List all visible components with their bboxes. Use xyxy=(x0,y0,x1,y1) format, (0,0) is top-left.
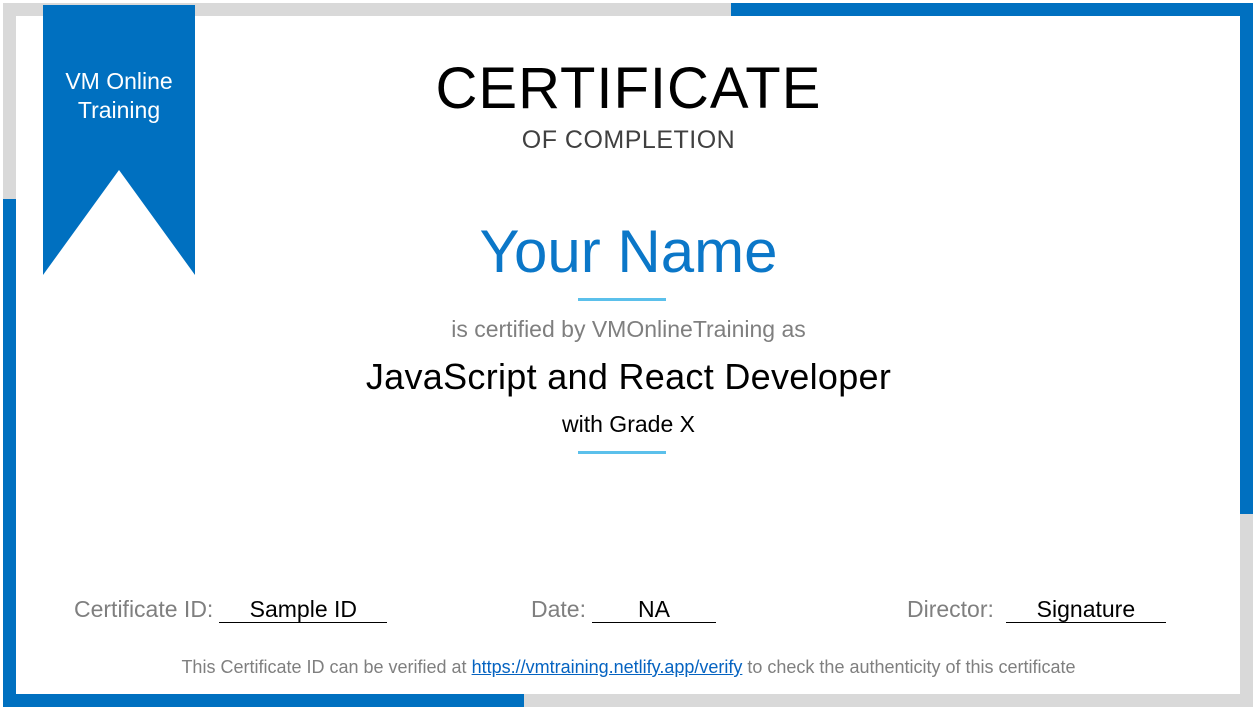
certificate-id-label: Certificate ID: xyxy=(74,596,214,622)
certificate-id-value: Sample ID xyxy=(219,596,388,623)
certified-by-text: is certified by VMOnlineTraining as xyxy=(451,316,806,342)
verification-note: This Certificate ID can be verified at h… xyxy=(0,655,1257,679)
director-signature: Signature xyxy=(1005,596,1166,623)
course-title: JavaScript and React Developer xyxy=(365,356,892,397)
grade-text: with Grade X xyxy=(562,411,695,437)
certificate-title: CERTIFICATE xyxy=(435,56,822,121)
verify-link[interactable]: https://vmtraining.netlify.app/verify xyxy=(472,657,743,677)
frame-bottom-gray xyxy=(524,694,1253,707)
certificate-subtitle: OF COMPLETION xyxy=(521,126,736,154)
date-label: Date: xyxy=(531,596,586,622)
recipient-name: Your Name xyxy=(479,218,778,285)
frame-top-blue xyxy=(731,3,1253,16)
verify-suffix: to check the authenticity of this certif… xyxy=(747,657,1076,677)
director-label: Director: xyxy=(907,596,994,622)
accent-rule-bottom xyxy=(578,451,666,454)
certificate-id-field: Certificate ID: Sample ID xyxy=(74,594,388,624)
accent-rule-top xyxy=(578,298,666,301)
frame-bottom-blue xyxy=(3,694,524,707)
date-field: Date: NA xyxy=(531,594,716,624)
director-field: Director: Signature xyxy=(907,594,1166,624)
date-value: NA xyxy=(591,596,716,623)
verify-prefix: This Certificate ID can be verified at xyxy=(181,657,467,677)
